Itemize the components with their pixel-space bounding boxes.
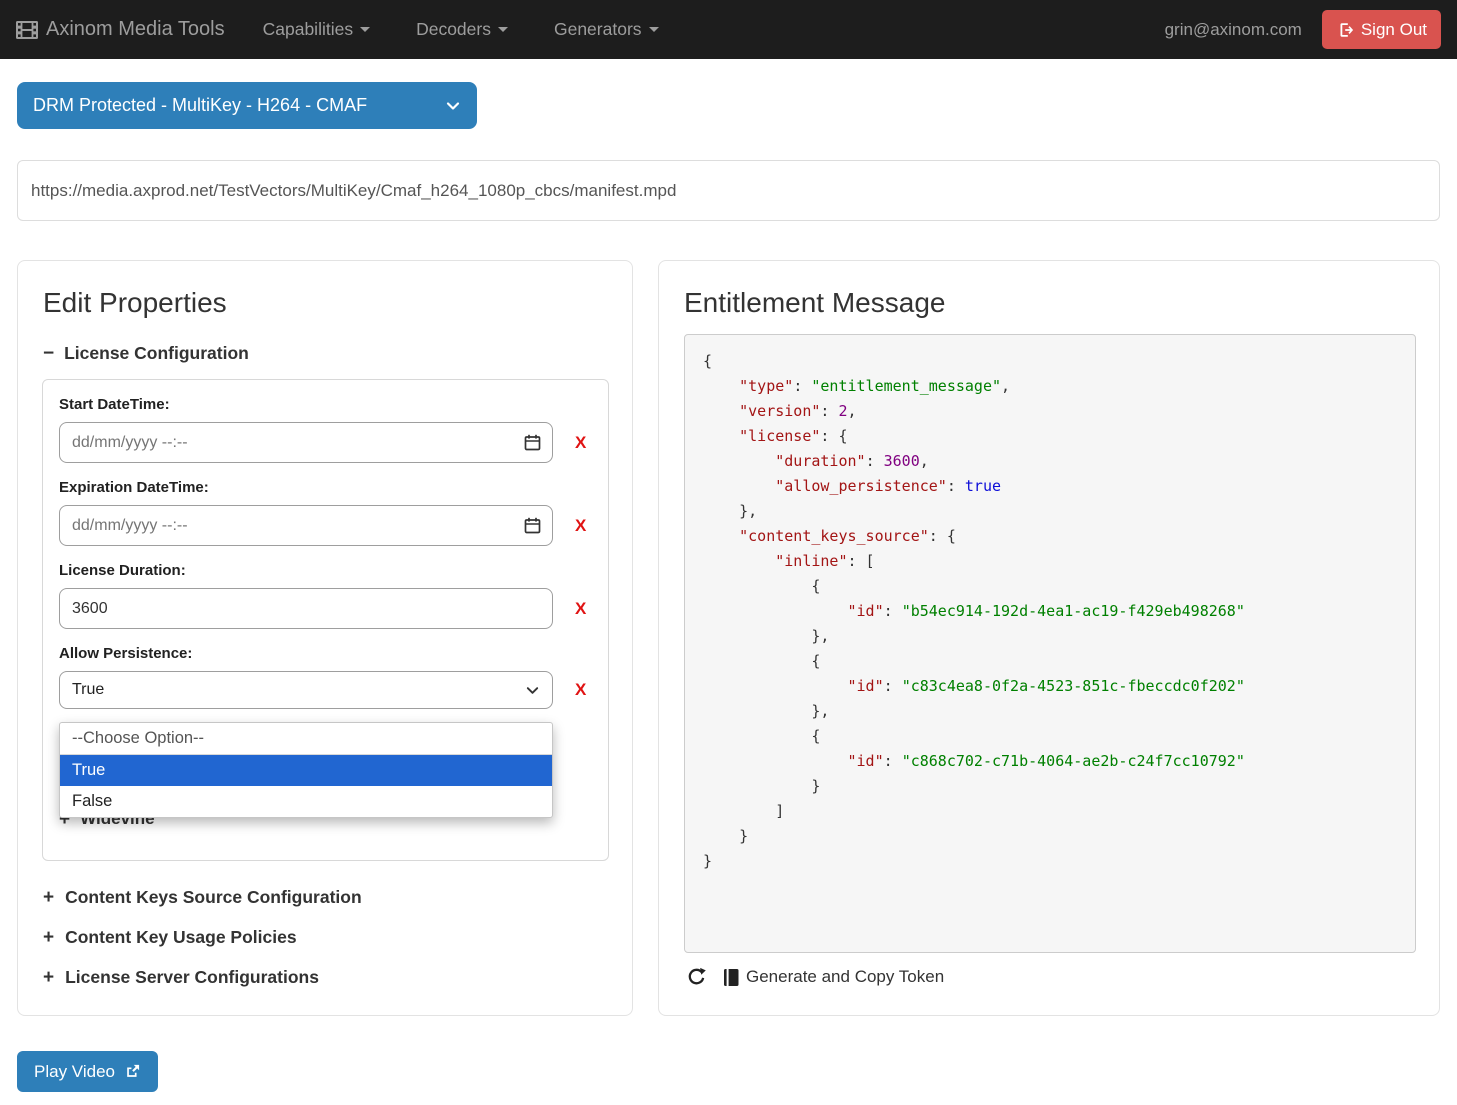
section-content-keys-source-configuration[interactable]: + Content Keys Source Configuration: [43, 887, 632, 908]
allow-persistence-value: True: [72, 681, 104, 699]
page: Axinom Media Tools Capabilities Decoders…: [0, 0, 1457, 1105]
caret-down-icon: [360, 27, 370, 32]
user-email: grin@axinom.com: [1165, 20, 1302, 40]
license-configuration-label: License Configuration: [64, 343, 249, 364]
nav-item-label: Capabilities: [263, 19, 353, 40]
code-line: }: [703, 824, 1397, 849]
caret-down-icon: [498, 27, 508, 32]
expand-plus-icon: +: [43, 928, 54, 947]
code-line: },: [703, 624, 1397, 649]
chevron-down-icon: [445, 98, 461, 114]
code-line: }: [703, 849, 1397, 874]
token-actions: Generate and Copy Token: [686, 966, 944, 988]
code-line: "id": "b54ec914-192d-4ea1-ac19-f429eb498…: [703, 599, 1397, 624]
section-label: Content Keys Source Configuration: [65, 887, 362, 908]
edit-properties-title: Edit Properties: [43, 287, 632, 319]
test-vector-value: DRM Protected - MultiKey - H264 - CMAF: [33, 95, 367, 116]
nav-item-decoders[interactable]: Decoders: [416, 19, 508, 40]
code-line: "content_keys_source": {: [703, 524, 1397, 549]
license-configuration-toggle[interactable]: − License Configuration: [43, 343, 632, 364]
brand[interactable]: Axinom Media Tools: [16, 18, 225, 41]
nav-item-capabilities[interactable]: Capabilities: [263, 19, 370, 40]
clear-expiration-datetime-button[interactable]: X: [575, 516, 586, 536]
dropdown-option-true[interactable]: True: [60, 755, 552, 786]
expand-plus-icon: +: [43, 968, 54, 987]
calendar-icon[interactable]: [524, 517, 541, 539]
code-line: "id": "c83c4ea8-0f2a-4523-851c-fbeccdc0f…: [703, 674, 1397, 699]
code-line: {: [703, 724, 1397, 749]
section-content-key-usage-policies[interactable]: + Content Key Usage Policies: [43, 927, 632, 948]
generate-copy-token-button[interactable]: Generate and Copy Token: [723, 967, 944, 987]
entitlement-message-panel: Entitlement Message { "type": "entitleme…: [658, 260, 1440, 1016]
caret-down-icon: [649, 27, 659, 32]
dropdown-option-false[interactable]: False: [60, 786, 552, 817]
expiration-datetime-label: Expiration DateTime:: [59, 479, 592, 496]
code-line: {: [703, 649, 1397, 674]
collapse-minus-icon: −: [43, 344, 54, 363]
license-duration-label: License Duration:: [59, 562, 592, 579]
code-line: "allow_persistence": true: [703, 474, 1397, 499]
entitlement-code: { "type": "entitlement_message", "versio…: [684, 334, 1416, 953]
navbar: Axinom Media Tools Capabilities Decoders…: [0, 0, 1457, 59]
start-datetime-input[interactable]: [59, 422, 553, 463]
section-license-server-configurations[interactable]: + License Server Configurations: [43, 967, 632, 988]
sign-out-label: Sign Out: [1361, 20, 1427, 40]
test-vector-select[interactable]: DRM Protected - MultiKey - H264 - CMAF: [17, 82, 477, 129]
expand-plus-icon: +: [43, 888, 54, 907]
code-line: "version": 2,: [703, 399, 1397, 424]
code-line: "duration": 3600,: [703, 449, 1397, 474]
generate-copy-token-label: Generate and Copy Token: [746, 967, 944, 987]
edit-properties-panel: Edit Properties − License Configuration …: [17, 260, 633, 1016]
code-line: ]: [703, 799, 1397, 824]
allow-persistence-dropdown: --Choose Option-- True False: [59, 722, 553, 818]
manifest-url: https://media.axprod.net/TestVectors/Mul…: [31, 181, 676, 201]
refresh-button[interactable]: [686, 966, 707, 988]
section-label: Content Key Usage Policies: [65, 927, 296, 948]
nav-item-label: Generators: [554, 19, 642, 40]
clear-start-datetime-button[interactable]: X: [575, 433, 586, 453]
nav-item-generators[interactable]: Generators: [554, 19, 659, 40]
license-configuration-group: Start DateTime: X Expiration DateT: [42, 379, 609, 861]
film-icon: [16, 21, 38, 39]
code-line: },: [703, 699, 1397, 724]
refresh-icon: [686, 966, 707, 988]
clear-license-duration-button[interactable]: X: [575, 599, 586, 619]
manifest-url-box: https://media.axprod.net/TestVectors/Mul…: [17, 160, 1440, 221]
allow-persistence-select[interactable]: True: [59, 671, 553, 709]
sign-out-icon: [1336, 21, 1354, 39]
expiration-datetime-input[interactable]: [59, 505, 553, 546]
sign-out-button[interactable]: Sign Out: [1322, 10, 1441, 49]
nav-item-label: Decoders: [416, 19, 491, 40]
code-line: },: [703, 499, 1397, 524]
copy-icon: [723, 968, 740, 987]
clear-allow-persistence-button[interactable]: X: [575, 680, 586, 700]
license-duration-input[interactable]: [59, 588, 553, 629]
code-line: "license": {: [703, 424, 1397, 449]
code-line: }: [703, 774, 1397, 799]
entitlement-message-title: Entitlement Message: [684, 287, 1439, 319]
chevron-down-icon: [525, 683, 540, 698]
code-line: "id": "c868c702-c71b-4064-ae2b-c24f7cc10…: [703, 749, 1397, 774]
allow-persistence-label: Allow Persistence:: [59, 645, 592, 662]
code-line: "inline": [: [703, 549, 1397, 574]
nav-menu: Capabilities Decoders Generators: [263, 19, 659, 40]
code-line: {: [703, 349, 1397, 374]
external-link-icon: [124, 1063, 141, 1080]
code-line: "type": "entitlement_message",: [703, 374, 1397, 399]
dropdown-option-choose[interactable]: --Choose Option--: [60, 723, 552, 755]
start-datetime-label: Start DateTime:: [59, 396, 592, 413]
calendar-icon[interactable]: [524, 434, 541, 456]
play-video-label: Play Video: [34, 1062, 115, 1082]
section-label: License Server Configurations: [65, 967, 319, 988]
brand-label: Axinom Media Tools: [46, 18, 225, 41]
code-line: {: [703, 574, 1397, 599]
play-video-button[interactable]: Play Video: [17, 1051, 158, 1092]
